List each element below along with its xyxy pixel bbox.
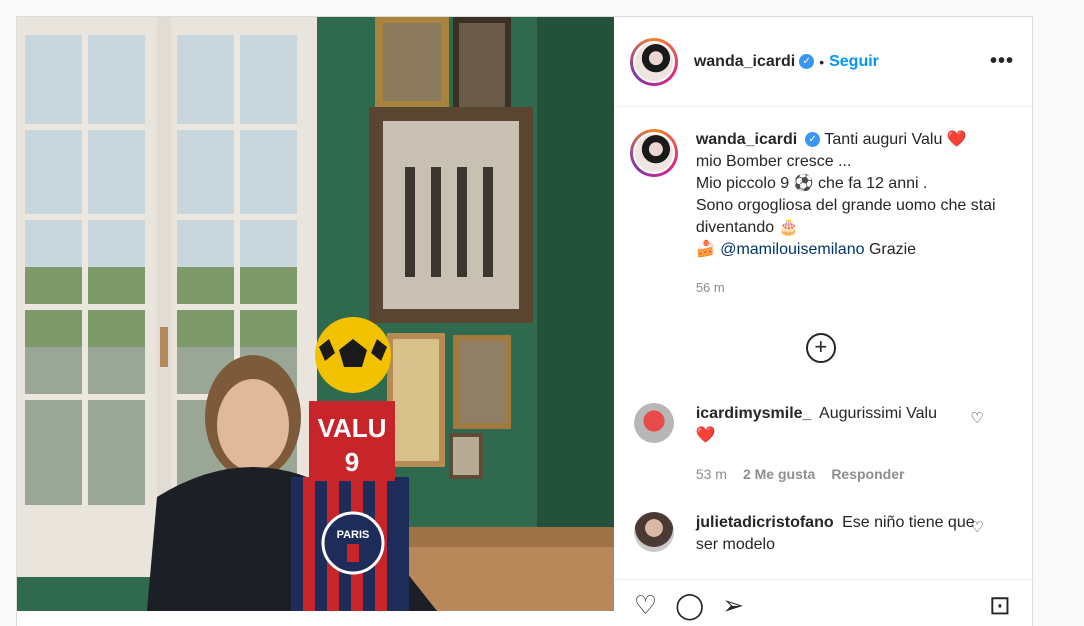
verified-badge-icon: ✓ xyxy=(799,54,815,69)
instagram-post: VALU 9 PARIS wanda_icardi ✓ • Seguir ••• xyxy=(16,16,1033,626)
like-icon[interactable]: ♡ xyxy=(634,592,657,619)
caption-line-4: Sono orgogliosa del grande uomo che stai… xyxy=(695,197,996,236)
caption-line-2: mio Bomber cresce ... xyxy=(695,153,852,170)
commenter-username[interactable]: julietadicristofano xyxy=(696,514,834,531)
caption-avatar[interactable] xyxy=(629,129,678,177)
club-logo-text: PARIS xyxy=(337,529,370,541)
comment-item: julietadicristofano Ese niño tiene que s… xyxy=(633,512,1014,556)
caption-line-1: Tanti auguri Valu xyxy=(824,131,943,148)
post-photo[interactable]: VALU 9 PARIS xyxy=(17,17,614,611)
caption-text: wanda_icardi ✓ Tanti auguri Valu ❤️ mio B… xyxy=(696,129,1006,299)
cake-emoji: 🎂 xyxy=(778,219,799,236)
commenter-username[interactable]: icardimysmile_ xyxy=(696,405,812,422)
more-options-icon[interactable]: ••• xyxy=(990,50,1016,73)
heart-emoji: ❤️ xyxy=(695,427,716,444)
comment-like-icon[interactable]: ♡ xyxy=(970,409,983,427)
caption-username[interactable]: wanda_icardi xyxy=(696,131,797,148)
post-actions-bar: ♡ ◯ ➢ ⊡ xyxy=(613,579,1033,619)
birthday-photo: VALU 9 PARIS xyxy=(17,17,614,611)
post-caption: wanda_icardi ✓ Tanti auguri Valu ❤️ mio B… xyxy=(614,107,1032,299)
comment-text: icardimysmile_ Augurissimi Valu ❤️ 53 m … xyxy=(696,403,976,485)
comment-time[interactable]: 53 m xyxy=(696,463,727,485)
share-icon[interactable]: ➢ xyxy=(722,592,744,619)
load-more-comments-button[interactable]: + xyxy=(805,333,836,363)
post-side-panel: wanda_icardi ✓ • Seguir ••• wanda_icardi… xyxy=(613,17,1033,618)
author-avatar[interactable] xyxy=(629,37,678,86)
post-header: wanda_icardi ✓ • Seguir ••• xyxy=(613,17,1032,107)
comment-item: icardimysmile_ Augurissimi Valu ❤️ 53 m … xyxy=(633,403,1014,485)
caption-thanks: Grazie xyxy=(868,241,917,258)
comment-likes[interactable]: 2 Me gusta xyxy=(743,463,815,485)
follow-button[interactable]: Seguir xyxy=(829,53,879,71)
comment-text: julietadicristofano Ese niño tiene que s… xyxy=(696,512,976,556)
heart-emoji: ❤️ xyxy=(946,131,967,148)
verified-badge-icon: ✓ xyxy=(805,132,821,148)
soccer-ball-emoji: ⚽ xyxy=(793,175,814,192)
reply-button[interactable]: Responder xyxy=(831,463,904,485)
author-username[interactable]: wanda_icardi xyxy=(694,53,795,71)
save-icon[interactable]: ⊡ xyxy=(989,592,1011,619)
cake-slice-emoji: 🍰 xyxy=(695,241,716,258)
comment-content: Augurissimi Valu xyxy=(819,405,937,422)
cake-name-text: VALU xyxy=(318,413,387,443)
caption-line-3b: che fa 12 anni . xyxy=(818,175,928,192)
caption-line-3a: Mio piccolo 9 xyxy=(695,175,790,192)
comment-meta: 53 m 2 Me gusta Responder xyxy=(696,463,976,485)
mention-link[interactable]: @mamilouisemilano xyxy=(720,241,864,258)
commenter-avatar[interactable] xyxy=(633,512,674,552)
commenter-avatar[interactable] xyxy=(633,403,674,443)
cake-number-text: 9 xyxy=(345,447,359,477)
comment-icon[interactable]: ◯ xyxy=(675,592,704,619)
comment-like-icon[interactable]: ♡ xyxy=(970,518,983,536)
post-timestamp[interactable]: 56 m xyxy=(696,277,1006,299)
separator-dot: • xyxy=(819,53,825,70)
